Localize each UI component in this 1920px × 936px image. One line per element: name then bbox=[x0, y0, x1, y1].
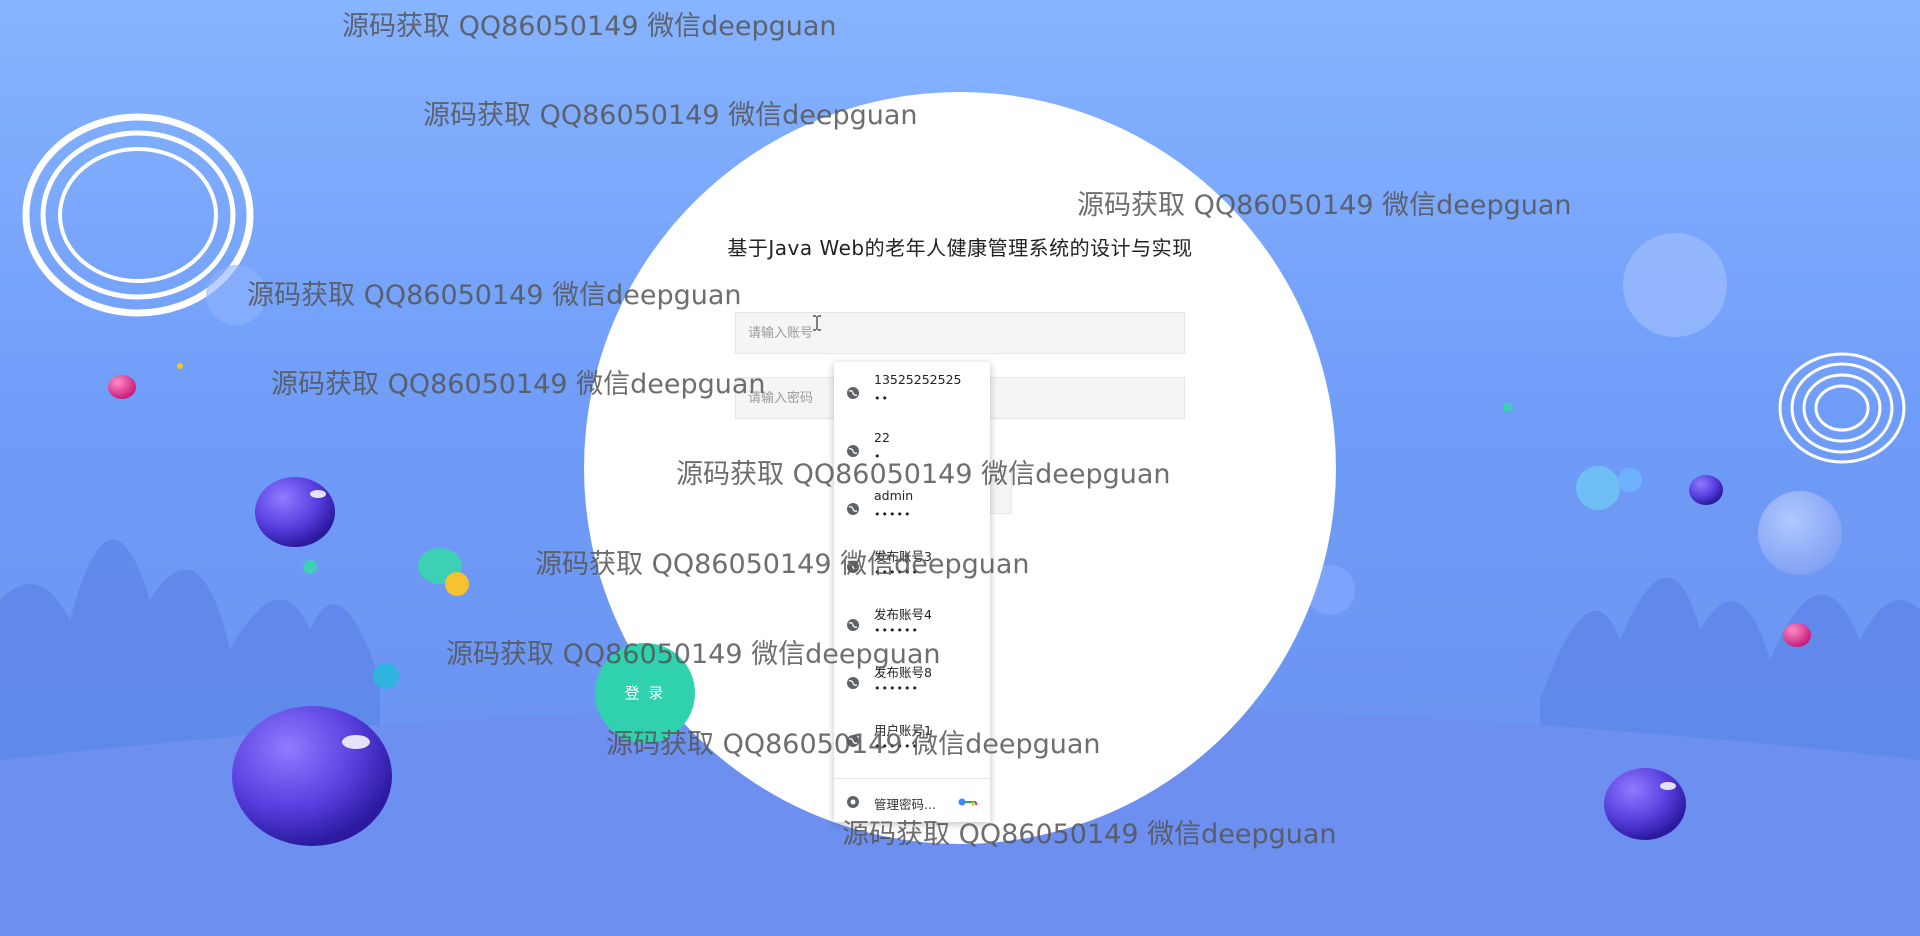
watermark-text: 源码获取 QQ86050149 微信deepguan bbox=[423, 100, 918, 131]
autocomplete-password: •• bbox=[874, 392, 889, 405]
watermark-text: 源码获取 QQ86050149 微信deepguan bbox=[271, 369, 766, 400]
watermark-text: 源码获取 QQ86050149 微信deepguan bbox=[535, 549, 1030, 580]
text-cursor-icon bbox=[813, 315, 821, 331]
watermark-text: 源码获取 QQ86050149 微信deepguan bbox=[1077, 190, 1572, 221]
globe-icon bbox=[847, 387, 859, 399]
globe-icon bbox=[847, 677, 859, 689]
autocomplete-password: •••••• bbox=[874, 682, 919, 695]
chrome-icon bbox=[847, 796, 859, 808]
account-input[interactable] bbox=[736, 313, 1184, 353]
watermark-text: 源码获取 QQ86050149 微信deepguan bbox=[342, 11, 837, 42]
autocomplete-divider bbox=[834, 778, 990, 779]
watermark-text: 源码获取 QQ86050149 微信deepguan bbox=[606, 729, 1101, 760]
page-title: 基于Java Web的老年人健康管理系统的设计与实现 bbox=[727, 236, 1193, 260]
autocomplete-password: ••••• bbox=[874, 508, 912, 521]
globe-icon bbox=[847, 503, 859, 515]
watermark-text: 源码获取 QQ86050149 微信deepguan bbox=[842, 819, 1337, 850]
account-field[interactable] bbox=[735, 312, 1185, 354]
watermark-text: 源码获取 QQ86050149 微信deepguan bbox=[446, 639, 941, 670]
watermark-text: 源码获取 QQ86050149 微信deepguan bbox=[676, 459, 1171, 490]
autocomplete-username: 13525252525 bbox=[874, 372, 962, 387]
autocomplete-username: 发布账号4 bbox=[874, 607, 932, 622]
autocomplete-item[interactable]: 13525252525 •• bbox=[834, 362, 990, 420]
watermark-text: 源码获取 QQ86050149 微信deepguan bbox=[247, 280, 742, 311]
autocomplete-username: 22 bbox=[874, 430, 890, 445]
globe-icon bbox=[847, 619, 859, 631]
key-icon bbox=[958, 798, 977, 806]
manage-passwords-label: 管理密码... bbox=[874, 797, 936, 812]
